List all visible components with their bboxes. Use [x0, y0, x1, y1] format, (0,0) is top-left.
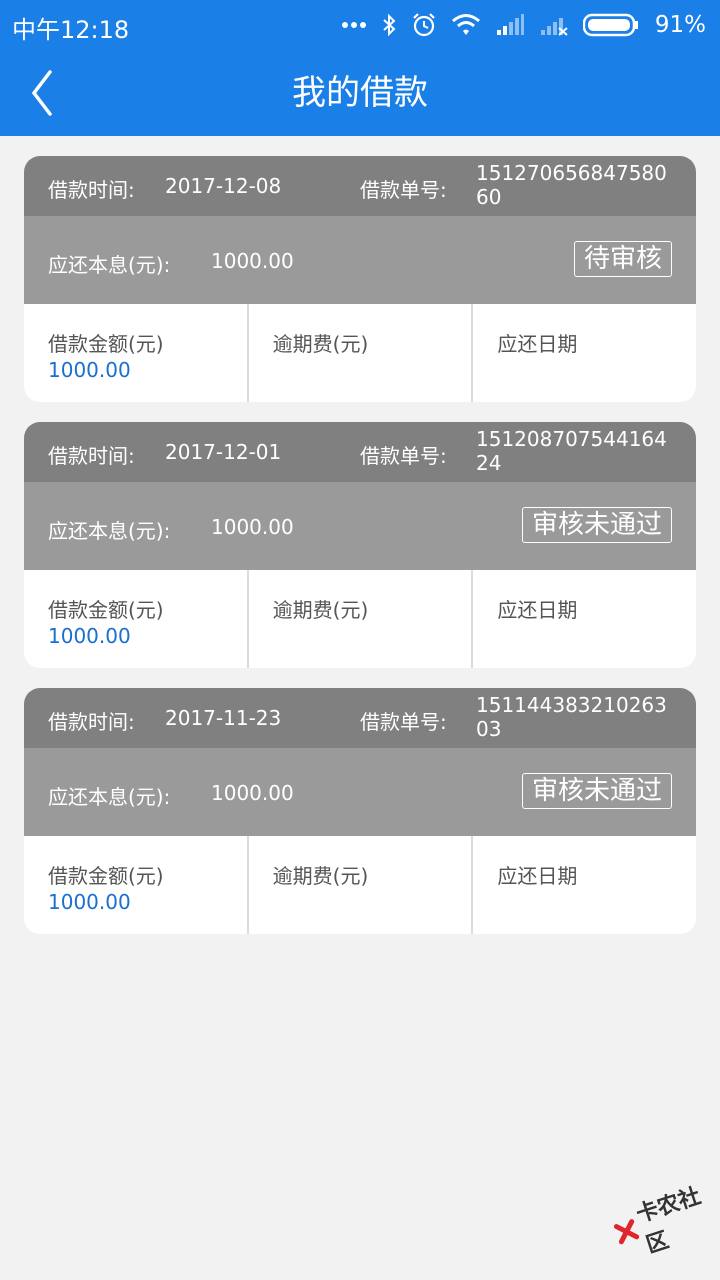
loan-card-summary: 应还本息(元): 1000.00 审核未通过 [24, 748, 696, 836]
loan-amount-label: 借款金额(元) [48, 864, 164, 888]
overdue-fee-cell: 逾期费(元) [249, 836, 474, 934]
status-badge: 审核未通过 [521, 773, 672, 809]
more-dots-icon [341, 21, 367, 29]
navbar: 我的借款 [0, 50, 720, 136]
overdue-fee-label: 逾期费(元) [272, 598, 369, 622]
loan-card[interactable]: 借款时间: 2017-12-01 借款单号: 15120870754416424… [24, 422, 696, 668]
loan-time-value: 2017-12-01 [165, 440, 282, 464]
due-date-label: 应还日期 [497, 864, 578, 888]
wifi-icon [451, 13, 481, 37]
app-header: 中午12:18 91% 我的借款 [0, 0, 720, 136]
due-principal-value: 1000.00 [211, 515, 294, 539]
order-no-label: 借款单号: [360, 444, 447, 468]
loan-amount-value: 1000.00 [48, 358, 131, 382]
loan-amount-cell: 借款金额(元) 1000.00 [24, 304, 249, 402]
status-bar: 中午12:18 91% [0, 0, 720, 50]
loan-amount-value: 1000.00 [48, 890, 131, 914]
order-no-value: 15114438321026303 [476, 693, 667, 741]
overdue-fee-cell: 逾期费(元) [249, 570, 474, 668]
loan-amount-cell: 借款金额(元) 1000.00 [24, 836, 249, 934]
due-date-cell: 应还日期 [473, 304, 696, 402]
page-title: 我的借款 [292, 73, 428, 113]
status-badge: 审核未通过 [521, 507, 672, 543]
watermark: 卡农社区 [607, 1174, 720, 1265]
signal-icon [495, 14, 525, 36]
watermark-text: 卡农社区 [633, 1183, 704, 1259]
status-time: 中午12:18 [12, 16, 130, 44]
due-principal-value: 1000.00 [211, 781, 294, 805]
loan-card-details: 借款金额(元) 1000.00 逾期费(元) 应还日期 [24, 304, 696, 402]
loan-card-summary: 应还本息(元): 1000.00 审核未通过 [24, 482, 696, 570]
watermark-logo-icon [613, 1218, 642, 1250]
order-no-label: 借款单号: [360, 710, 447, 734]
back-chevron-icon [20, 70, 72, 126]
loan-time-label: 借款时间: [48, 710, 135, 734]
loan-amount-label: 借款金额(元) [48, 598, 164, 622]
due-date-cell: 应还日期 [473, 836, 696, 934]
loan-amount-label: 借款金额(元) [48, 332, 164, 356]
loan-list: 借款时间: 2017-12-08 借款单号: 15127065684758060… [24, 156, 696, 954]
order-no-label: 借款单号: [360, 178, 447, 202]
status-badge: 待审核 [573, 241, 672, 277]
due-principal-value: 1000.00 [211, 249, 294, 273]
due-date-cell: 应还日期 [473, 570, 696, 668]
loan-card-details: 借款金额(元) 1000.00 逾期费(元) 应还日期 [24, 570, 696, 668]
due-principal-label: 应还本息(元): [48, 519, 171, 543]
due-principal-label: 应还本息(元): [48, 253, 171, 277]
loan-card[interactable]: 借款时间: 2017-11-23 借款单号: 15114438321026303… [24, 688, 696, 934]
loan-card-details: 借款金额(元) 1000.00 逾期费(元) 应还日期 [24, 836, 696, 934]
loan-card-header: 借款时间: 2017-11-23 借款单号: 15114438321026303 [24, 688, 696, 748]
due-date-label: 应还日期 [497, 332, 578, 356]
due-date-label: 应还日期 [497, 598, 578, 622]
overdue-fee-cell: 逾期费(元) [249, 304, 474, 402]
loan-time-value: 2017-11-23 [165, 706, 282, 730]
loan-time-label: 借款时间: [48, 444, 135, 468]
overdue-fee-label: 逾期费(元) [272, 332, 369, 356]
loan-card[interactable]: 借款时间: 2017-12-08 借款单号: 15127065684758060… [24, 156, 696, 402]
loan-time-value: 2017-12-08 [165, 174, 282, 198]
back-button[interactable] [20, 64, 72, 122]
loan-amount-cell: 借款金额(元) 1000.00 [24, 570, 249, 668]
battery-percent: 91% [654, 12, 706, 38]
battery-icon [582, 13, 639, 37]
bluetooth-icon [381, 13, 397, 37]
status-icons: 91% [341, 6, 706, 44]
signal-no-sim-icon [539, 14, 569, 36]
order-no-value: 15127065684758060 [476, 161, 667, 209]
loan-card-header: 借款时间: 2017-12-08 借款单号: 15127065684758060 [24, 156, 696, 216]
loan-card-header: 借款时间: 2017-12-01 借款单号: 15120870754416424 [24, 422, 696, 482]
order-no-value: 15120870754416424 [476, 427, 667, 475]
loan-card-summary: 应还本息(元): 1000.00 待审核 [24, 216, 696, 304]
due-principal-label: 应还本息(元): [48, 785, 171, 809]
loan-amount-value: 1000.00 [48, 624, 131, 648]
loan-time-label: 借款时间: [48, 178, 135, 202]
overdue-fee-label: 逾期费(元) [272, 864, 369, 888]
alarm-icon [411, 12, 437, 38]
